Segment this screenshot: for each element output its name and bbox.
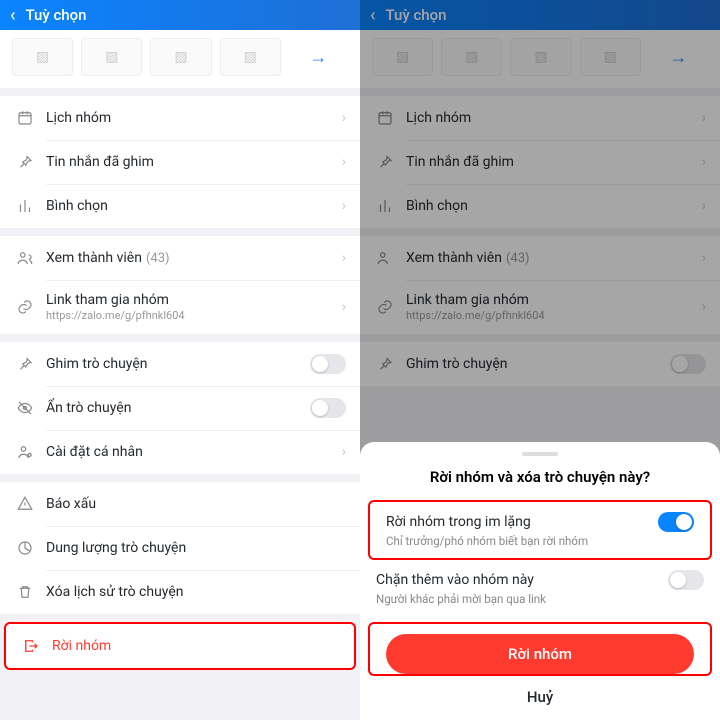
eye-off-icon	[14, 399, 36, 417]
row-pin-chat: Ghim trò chuyện	[360, 342, 720, 386]
row-calendar[interactable]: Lịch nhóm ›	[0, 96, 360, 140]
calendar-icon	[374, 109, 396, 127]
cancel-button[interactable]: Huỷ	[360, 688, 720, 706]
pin-icon	[14, 355, 36, 373]
pin-icon	[374, 355, 396, 373]
link-icon	[374, 298, 396, 316]
row-sublabel: https://zalo.me/g/pfhnkl604	[46, 309, 342, 322]
back-icon[interactable]: ‹	[370, 5, 376, 26]
header: ‹ Tuỳ chọn	[360, 0, 720, 30]
sheet-title: Rời nhóm và xóa trò chuyện này?	[360, 468, 720, 486]
trash-icon	[14, 583, 36, 601]
row-report[interactable]: Báo xấu	[0, 482, 360, 526]
row-personal[interactable]: Cài đặt cá nhân ›	[0, 430, 360, 474]
option-label: Rời nhóm trong im lặng	[386, 514, 531, 530]
poll-icon	[374, 197, 396, 215]
row-label: Rời nhóm	[52, 638, 340, 654]
warning-icon	[14, 495, 36, 513]
row-poll: Bình chọn›	[360, 184, 720, 228]
row-calendar: Lịch nhóm›	[360, 96, 720, 140]
row-label: Link tham gia nhóm	[46, 292, 342, 308]
thumb-placeholder: ▨	[372, 38, 433, 76]
chevron-right-icon: ›	[342, 299, 346, 315]
row-label: Ẩn trò chuyện	[46, 400, 310, 416]
row-pinned: Tin nhắn đã ghim›	[360, 140, 720, 184]
settings-screen-right: ‹ Tuỳ chọn ▨ ▨ ▨ ▨ → Lịch nhóm› Tin nhắn…	[360, 0, 720, 720]
row-members[interactable]: Xem thành viên(43) ›	[0, 236, 360, 280]
row-label: Lịch nhóm	[46, 110, 342, 126]
thumb-placeholder: ▨	[441, 38, 502, 76]
user-settings-icon	[14, 443, 36, 461]
link-icon	[14, 298, 36, 316]
toggle-pin-chat[interactable]	[310, 354, 346, 374]
row-label: Xem thành viên(43)	[46, 250, 342, 266]
thumb-placeholder[interactable]: ▨	[12, 38, 73, 76]
toggle-pin-chat	[670, 354, 706, 374]
row-link: Link tham gia nhómhttps://zalo.me/g/pfhn…	[360, 280, 720, 334]
option-block-readd[interactable]: Chặn thêm vào nhóm này Người khác phải m…	[360, 560, 720, 616]
row-poll[interactable]: Bình chọn ›	[0, 184, 360, 228]
row-hide-chat[interactable]: Ẩn trò chuyện	[0, 386, 360, 430]
row-members: Xem thành viên(43)›	[360, 236, 720, 280]
row-label: Xóa lịch sử trò chuyện	[46, 584, 346, 600]
row-clear[interactable]: Xóa lịch sử trò chuyện	[0, 570, 360, 614]
pin-icon	[374, 153, 396, 171]
row-label: Tin nhắn đã ghim	[46, 154, 342, 170]
poll-icon	[14, 197, 36, 215]
chevron-right-icon: ›	[342, 110, 346, 126]
back-icon[interactable]: ‹	[10, 5, 16, 26]
leave-icon	[20, 637, 42, 655]
thumb-placeholder: ▨	[510, 38, 571, 76]
sheet-grabber[interactable]	[522, 452, 558, 456]
row-label: Bình chọn	[46, 198, 342, 214]
members-icon	[374, 249, 396, 267]
option-sublabel: Chỉ trưởng/phó nhóm biết bạn rời nhóm	[386, 534, 694, 548]
row-label: Dung lượng trò chuyện	[46, 540, 346, 556]
toggle-block-readd[interactable]	[668, 570, 704, 590]
row-label: Cài đặt cá nhân	[46, 444, 342, 460]
option-sublabel: Người khác phải mời bạn qua link	[376, 592, 704, 606]
row-label: Ghim trò chuyện	[46, 356, 310, 372]
row-leave-group[interactable]: Rời nhóm	[6, 624, 354, 668]
row-label: Báo xấu	[46, 496, 346, 512]
media-thumbs: ▨ ▨ ▨ ▨ →	[360, 30, 720, 88]
pin-icon	[14, 153, 36, 171]
row-pin-chat[interactable]: Ghim trò chuyện	[0, 342, 360, 386]
header-title: Tuỳ chọn	[26, 6, 87, 24]
row-pinned[interactable]: Tin nhắn đã ghim ›	[0, 140, 360, 184]
option-label: Chặn thêm vào nhóm này	[376, 572, 534, 588]
toggle-hide-chat[interactable]	[310, 398, 346, 418]
pie-icon	[14, 539, 36, 557]
row-link[interactable]: Link tham gia nhómhttps://zalo.me/g/pfhn…	[0, 280, 360, 334]
calendar-icon	[14, 109, 36, 127]
thumb-placeholder[interactable]: ▨	[150, 38, 211, 76]
chevron-right-icon: ›	[342, 154, 346, 170]
option-leave-silently[interactable]: Rời nhóm trong im lặng Chỉ trưởng/phó nh…	[370, 502, 710, 558]
thumb-more-arrow[interactable]: →	[289, 38, 348, 76]
toggle-leave-silently[interactable]	[658, 512, 694, 532]
thumb-placeholder[interactable]: ▨	[81, 38, 142, 76]
header: ‹ Tuỳ chọn	[0, 0, 360, 30]
chevron-right-icon: ›	[342, 198, 346, 214]
leave-confirm-sheet: Rời nhóm và xóa trò chuyện này? Rời nhóm…	[360, 442, 720, 720]
settings-screen-left: ‹ Tuỳ chọn ▨ ▨ ▨ ▨ → Lịch nhóm › Tin nhắ…	[0, 0, 360, 720]
chevron-right-icon: ›	[342, 444, 346, 460]
header-title: Tuỳ chọn	[386, 6, 447, 24]
chevron-right-icon: ›	[342, 250, 346, 266]
media-thumbs: ▨ ▨ ▨ ▨ →	[0, 30, 360, 88]
thumb-placeholder: ▨	[580, 38, 641, 76]
thumb-more-arrow: →	[649, 38, 708, 76]
row-storage[interactable]: Dung lượng trò chuyện	[0, 526, 360, 570]
members-icon	[14, 249, 36, 267]
thumb-placeholder[interactable]: ▨	[220, 38, 281, 76]
confirm-leave-button[interactable]: Rời nhóm	[386, 634, 694, 674]
